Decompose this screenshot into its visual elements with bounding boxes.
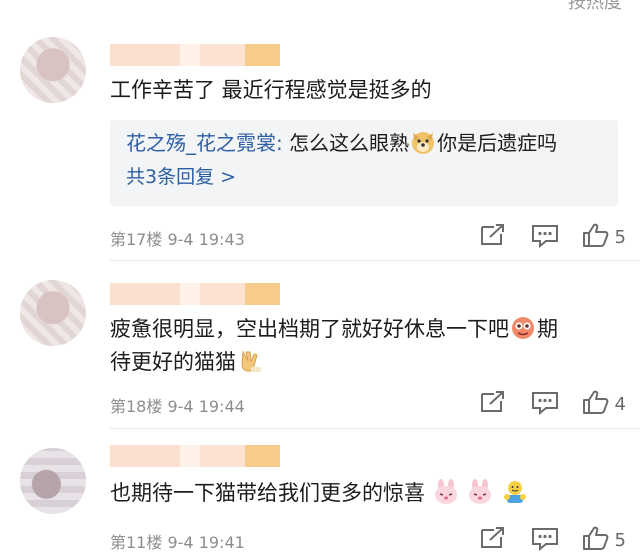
comment-text: 也期待一下猫带给我们更多的惊喜 — [110, 477, 618, 510]
thumbs-up-icon — [581, 222, 609, 252]
username-blurred[interactable] — [110, 283, 280, 305]
like-button[interactable]: 5 — [581, 525, 626, 555]
comment-actions: 5 — [457, 525, 626, 555]
timestamp: 9-4 19:41 — [167, 533, 245, 552]
floor-number: 第11楼 — [110, 533, 163, 552]
floor-number: 第17楼 — [110, 230, 163, 249]
comment-meta: 第11楼 9-4 19:41 — [110, 529, 245, 553]
like-button[interactable]: 5 — [581, 222, 626, 252]
like-button[interactable]: 4 — [581, 389, 626, 419]
comment-actions: 4 — [457, 389, 626, 419]
bunny-emoji — [466, 479, 494, 505]
doge-emoji — [409, 131, 437, 155]
hand-gesture-emoji — [236, 350, 264, 374]
sort-by-hot-link[interactable]: 按热度 — [568, 0, 622, 14]
like-count: 5 — [614, 529, 626, 551]
avatar[interactable] — [20, 280, 86, 346]
comment-icon[interactable] — [509, 525, 561, 555]
timestamp: 9-4 19:44 — [167, 397, 245, 416]
reply-username[interactable]: 花之殇_花之霓裳: — [126, 131, 283, 155]
comment-meta: 第17楼 9-4 19:43 — [110, 226, 245, 250]
username-blurred[interactable] — [110, 445, 280, 467]
comment-meta: 第18楼 9-4 19:44 — [110, 393, 245, 417]
timestamp: 9-4 19:43 — [167, 230, 245, 249]
monster-emoji — [509, 317, 537, 341]
divider — [110, 260, 640, 261]
avatar[interactable] — [20, 37, 86, 103]
floor-number: 第18楼 — [110, 397, 163, 416]
username-blurred[interactable] — [110, 44, 280, 66]
hug-emoji — [501, 481, 529, 505]
thumbs-up-icon — [581, 525, 609, 555]
reply-preview[interactable]: 花之殇_花之霓裳: 怎么这么眼熟 你是后遗症吗 共3条回复 > — [110, 120, 618, 206]
comment-text-line2: 待更好的猫猫 — [110, 350, 236, 374]
comment-text-body: 也期待一下猫带给我们更多的惊喜 — [110, 481, 425, 505]
comment-text-line1: 疲惫很明显，空出档期了就好好休息一下吧 — [110, 317, 509, 341]
reply-text-after: 你是后遗症吗 — [437, 131, 558, 155]
comment-icon[interactable] — [509, 222, 561, 252]
like-count: 5 — [614, 226, 626, 248]
share-icon[interactable] — [457, 525, 509, 555]
comment-actions: 5 — [457, 222, 626, 252]
thumbs-up-icon — [581, 389, 609, 419]
bunny-emoji — [432, 479, 460, 505]
comment-text: 工作辛苦了 最近行程感觉是挺多的 — [110, 78, 432, 102]
reply-line: 花之殇_花之霓裳: 怎么这么眼熟 你是后遗症吗 — [126, 128, 557, 158]
comment-text-line1-end: 期 — [537, 317, 558, 341]
divider — [110, 428, 640, 429]
reply-text-before: 怎么这么眼熟 — [289, 131, 410, 155]
view-replies-link[interactable]: 共3条回复 > — [126, 162, 236, 192]
like-count: 4 — [614, 393, 626, 415]
sort-label: 按热度 — [568, 0, 622, 13]
comment-text: 疲惫很明显，空出档期了就好好休息一下吧 期 待更好的猫猫 — [110, 313, 618, 379]
avatar[interactable] — [20, 448, 86, 514]
share-icon[interactable] — [457, 222, 509, 252]
comment-icon[interactable] — [509, 389, 561, 419]
share-icon[interactable] — [457, 389, 509, 419]
